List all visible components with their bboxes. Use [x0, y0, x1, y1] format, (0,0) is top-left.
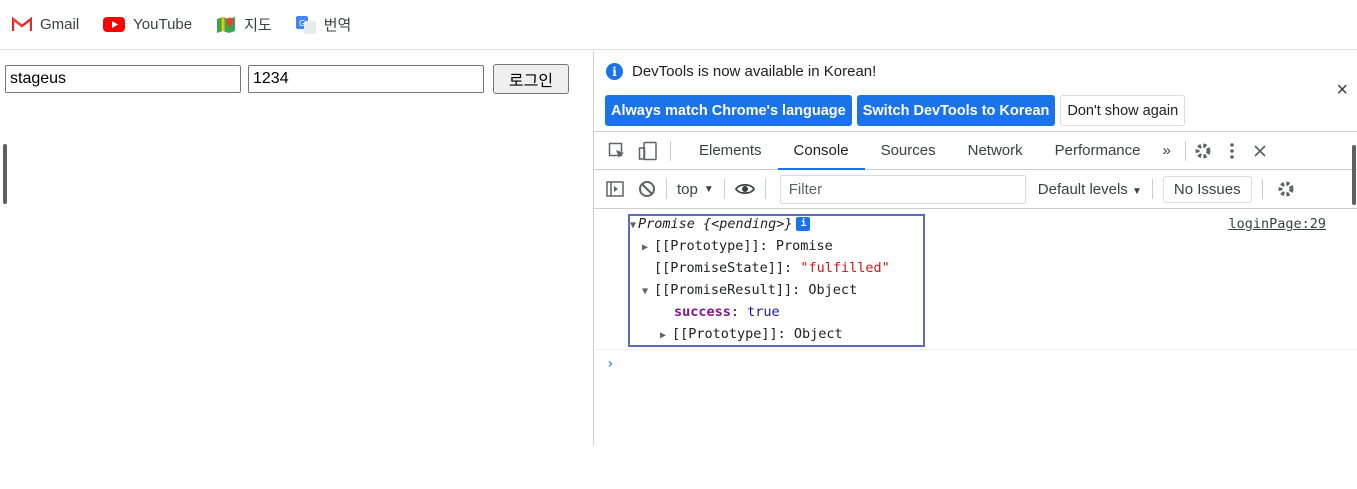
divider	[764, 179, 766, 199]
bookmark-maps[interactable]: 지도	[216, 14, 272, 35]
expand-triangle-icon: ▼	[630, 220, 637, 231]
devtools-panel: i DevTools is now available in Korean! A…	[593, 51, 1357, 446]
maps-icon	[217, 16, 236, 33]
console-message: ▼ Promise {<pending>} i ▶ [[Prototype]]: Pr…	[594, 210, 1357, 350]
clear-console-icon[interactable]	[638, 180, 656, 198]
devtools-tabbar: Elements Console Sources Network Perform…	[594, 131, 1357, 170]
device-toolbar-icon[interactable]	[638, 141, 658, 161]
state-value: "fulfilled"	[800, 260, 890, 276]
promise-result-line[interactable]: ▼ [[PromiseResult]]: Object	[642, 282, 857, 298]
log-levels-dropdown[interactable]: Default levels ▼	[1038, 181, 1142, 198]
close-icon[interactable]: ×	[1336, 79, 1348, 102]
divider	[723, 179, 725, 199]
infobar-message: i DevTools is now available in Korean!	[606, 63, 876, 80]
bookmark-label: YouTube	[133, 16, 193, 33]
bookmark-label: Gmail	[40, 16, 80, 33]
context-selector[interactable]: top ▼	[677, 181, 714, 198]
bookmark-youtube[interactable]: YouTube	[103, 16, 192, 33]
id-input[interactable]	[5, 65, 241, 93]
info-badge-icon[interactable]: i	[796, 217, 811, 231]
prototype-line[interactable]: ▶ [[Prototype]]: Promise	[642, 238, 833, 254]
source-link[interactable]: loginPage:29	[1228, 216, 1326, 232]
divider	[666, 179, 667, 199]
collapse-triangle-icon: ▶	[660, 330, 667, 341]
prototype-text: [[Prototype]]: Promise	[654, 238, 833, 254]
info-icon: i	[606, 63, 623, 80]
promise-line[interactable]: ▼ Promise {<pending>} i	[630, 216, 811, 232]
translate-icon: G	[295, 15, 316, 34]
login-button[interactable]: 로그인	[493, 64, 569, 94]
youtube-icon	[103, 17, 126, 32]
close-devtools-icon[interactable]	[1254, 144, 1266, 157]
state-key: [[PromiseState]]:	[654, 260, 801, 276]
bookmark-gmail[interactable]: Gmail	[12, 16, 79, 33]
kebab-menu-icon[interactable]	[1230, 142, 1234, 159]
svg-text:G: G	[299, 19, 305, 28]
tab-sources[interactable]: Sources	[865, 132, 952, 170]
scrollbar[interactable]	[1352, 145, 1356, 205]
expand-triangle-icon: ▼	[642, 286, 649, 297]
divider	[1151, 179, 1153, 199]
console-output: ▼ Promise {<pending>} i ▶ [[Prototype]]: Pr…	[594, 210, 1357, 446]
page-content: 로그인	[0, 51, 593, 446]
console-prompt-icon[interactable]: ›	[606, 356, 614, 372]
bookmark-translate[interactable]: G 번역	[295, 14, 352, 35]
promise-label: Promise	[638, 216, 695, 232]
divider	[670, 140, 671, 161]
context-label: top	[677, 180, 698, 198]
resize-handle[interactable]	[3, 144, 7, 204]
filter-input[interactable]: Filter	[779, 174, 1026, 204]
dropdown-arrow-icon: ▼	[703, 183, 714, 195]
bookmarks-bar: Gmail YouTube 지도 G 번역	[0, 0, 1357, 50]
tab-elements[interactable]: Elements	[683, 132, 778, 170]
object-prototype-text: [[Prototype]]: Object	[672, 326, 843, 342]
console-settings-gear-icon[interactable]	[1277, 180, 1295, 198]
tab-console[interactable]: Console	[777, 132, 865, 170]
gear-icon[interactable]	[1194, 142, 1212, 160]
inspect-element-icon[interactable]	[608, 142, 626, 160]
promise-state-line: [[PromiseState]]: "fulfilled"	[654, 260, 890, 276]
sidebar-toggle-icon[interactable]	[606, 181, 624, 197]
issues-button[interactable]: No Issues	[1162, 175, 1252, 203]
infobar-buttons: Always match Chrome's language Switch De…	[605, 95, 1186, 126]
success-line: success: true	[674, 304, 780, 320]
success-key: success	[674, 304, 731, 320]
divider	[1261, 179, 1263, 199]
collapse-triangle-icon: ▶	[642, 242, 649, 253]
dont-show-again-button[interactable]: Don't show again	[1060, 95, 1186, 126]
object-prototype-line[interactable]: ▶ [[Prototype]]: Object	[660, 326, 843, 342]
match-language-button[interactable]: Always match Chrome's language	[605, 95, 852, 126]
language-infobar: i DevTools is now available in Korean! A…	[594, 51, 1357, 129]
live-expression-eye-icon[interactable]	[734, 182, 755, 196]
success-value: true	[747, 304, 780, 320]
dropdown-arrow-icon: ▼	[1131, 185, 1142, 197]
divider	[1184, 140, 1186, 161]
tab-network[interactable]: Network	[952, 132, 1039, 170]
more-tabs-icon[interactable]: »	[1157, 132, 1177, 170]
promise-state-inline: {<pending>}	[703, 216, 793, 232]
password-input[interactable]	[248, 65, 484, 93]
console-toolbar: top ▼ Filter Default levels ▼ No Issues	[594, 170, 1357, 209]
levels-label: Default levels	[1037, 180, 1128, 198]
bookmark-label: 지도	[244, 17, 272, 34]
login-form: 로그인	[5, 64, 569, 94]
gmail-icon	[12, 17, 32, 31]
bookmark-label: 번역	[323, 17, 352, 34]
tab-performance[interactable]: Performance	[1039, 132, 1157, 170]
result-text: [[PromiseResult]]: Object	[654, 282, 858, 298]
switch-korean-button[interactable]: Switch DevTools to Korean	[856, 95, 1056, 126]
infobar-text: DevTools is now available in Korean!	[632, 63, 877, 80]
